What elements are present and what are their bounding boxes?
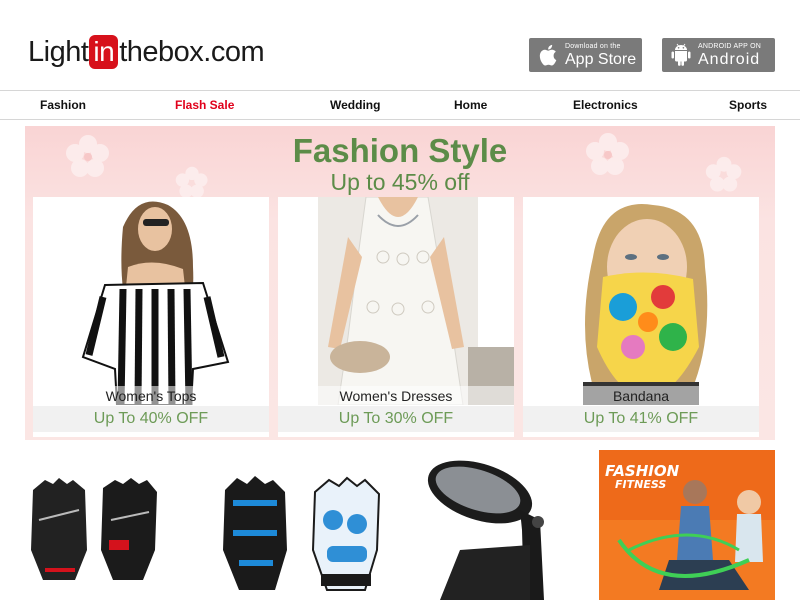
womens-dresses-image (278, 197, 514, 405)
card-offer: Up To 41% OFF (523, 406, 759, 432)
site-logo[interactable]: Light in thebox.com (28, 34, 265, 70)
android-app-button[interactable]: ANDROID APP ON Android (662, 38, 775, 72)
nav-sports[interactable]: Sports (729, 98, 767, 112)
card-name: Women's Tops (33, 386, 269, 406)
card-name: Bandana (523, 386, 759, 406)
bike-mirror-image (427, 460, 544, 600)
banner-subtitle: Up to 45% off (330, 169, 470, 195)
android-label: Android (698, 50, 761, 68)
android-icon (670, 43, 692, 67)
fitness-title-fitness: FITNESS (615, 478, 667, 491)
nav-electronics[interactable]: Electronics (573, 98, 638, 112)
site-header: Light in thebox.com Download on the App St… (0, 0, 800, 90)
product-black-cycling-gloves[interactable] (25, 450, 165, 600)
category-card-bandana[interactable]: Bandana Up To 41% OFF (523, 197, 759, 437)
android-small-text: ANDROID APP ON (698, 42, 761, 50)
nav-flash-sale[interactable]: Flash Sale (175, 98, 234, 112)
card-offer: Up To 30% OFF (278, 406, 514, 432)
womens-tops-image (33, 197, 269, 405)
nav-home[interactable]: Home (454, 98, 487, 112)
category-card-womens-tops[interactable]: Women's Tops Up To 40% OFF (33, 197, 269, 437)
logo-text-thebox: thebox.com (119, 35, 265, 68)
apple-icon (537, 43, 559, 67)
app-store-button[interactable]: Download on the App Store (529, 38, 642, 72)
product-bike-mirror[interactable] (420, 450, 580, 600)
nav-fashion[interactable]: Fashion (40, 98, 86, 112)
app-store-small-text: Download on the (565, 42, 621, 50)
card-offer: Up To 40% OFF (33, 406, 269, 432)
product-blue-cycling-gloves[interactable] (215, 450, 395, 600)
blue-gloves-image (223, 476, 381, 591)
fitness-banner-title: FASHION FITNESS (605, 462, 680, 491)
category-card-womens-dresses[interactable]: Women's Dresses Up To 30% OFF (278, 197, 514, 437)
fashion-style-banner[interactable]: Fashion Style Up to 45% off Women's Tops… (25, 126, 775, 440)
fitness-title-fashion: FASHION (605, 462, 680, 480)
bandana-image (523, 197, 759, 405)
banner-title: Fashion Style (292, 132, 508, 169)
card-name: Women's Dresses (278, 386, 514, 406)
main-nav: Fashion Flash Sale Wedding Home Electron… (0, 90, 800, 120)
nav-wedding[interactable]: Wedding (330, 98, 380, 112)
app-store-label: App Store (565, 50, 637, 68)
cycling-gloves-image (31, 478, 157, 580)
logo-text-in: in (89, 35, 119, 69)
product-fashion-fitness[interactable]: FASHION FITNESS (599, 450, 775, 600)
logo-text-light: Light (28, 35, 89, 68)
